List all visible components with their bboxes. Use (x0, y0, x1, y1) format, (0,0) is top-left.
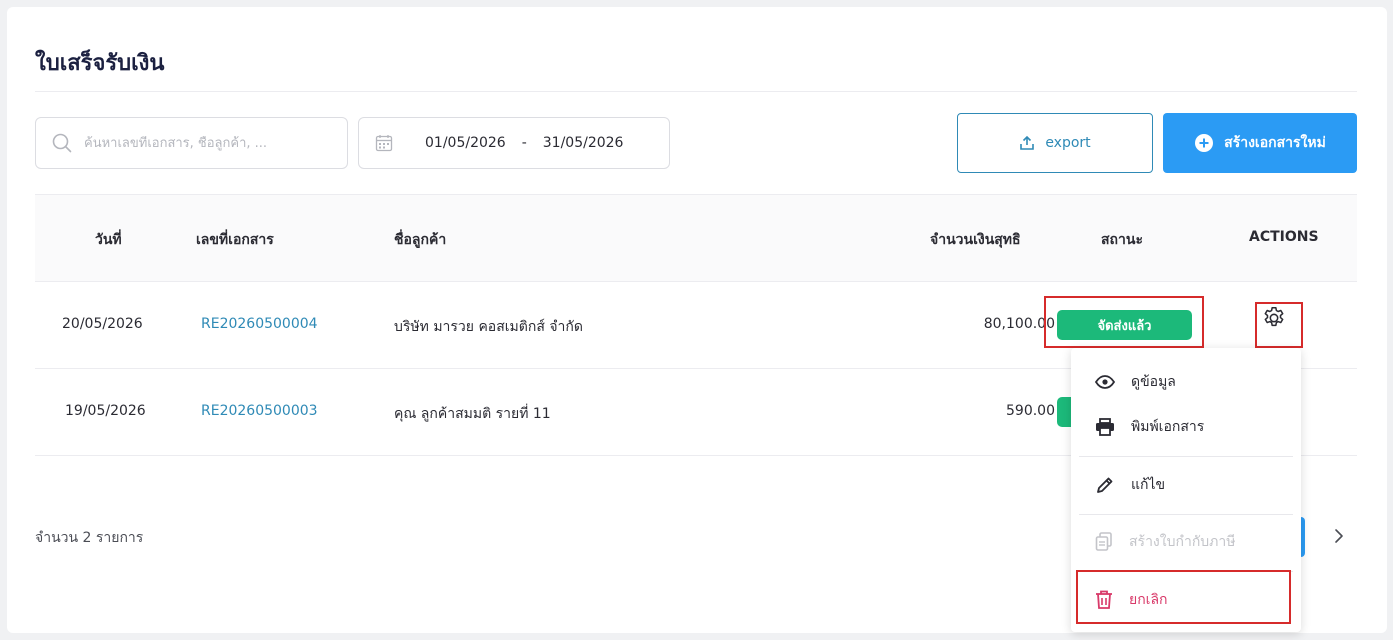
cancel-highlight (1076, 570, 1291, 624)
date-separator: - (521, 135, 527, 151)
printer-icon (1095, 418, 1115, 436)
menu-divider (1079, 514, 1293, 515)
export-label: export (1045, 135, 1091, 151)
menu-item-edit[interactable]: แก้ไข (1071, 462, 1301, 508)
menu-item-print-label: พิมพ์เอกสาร (1131, 419, 1205, 435)
status-highlight (1044, 296, 1204, 348)
menu-item-tax-invoice-label: สร้างใบกำกับภาษี (1129, 534, 1236, 550)
date-start[interactable]: 01/05/2026 (425, 135, 506, 151)
menu-item-edit-label: แก้ไข (1131, 477, 1166, 493)
search-input[interactable] (84, 135, 324, 151)
copy-icon (1095, 532, 1113, 552)
header-amount: จำนวนเงินสุทธิ (930, 232, 1021, 248)
header-doc-no: เลขที่เอกสาร (196, 232, 274, 248)
menu-divider (1079, 456, 1293, 457)
menu-item-print[interactable]: พิมพ์เอกสาร (1071, 404, 1301, 450)
upload-icon (1019, 135, 1035, 151)
create-document-button[interactable]: สร้างเอกสารใหม่ (1163, 113, 1357, 173)
row-amount: 590.00 (1006, 403, 1055, 419)
menu-item-view-label: ดูข้อมูล (1131, 374, 1176, 390)
date-range-picker[interactable]: 01/05/2026 - 31/05/2026 (358, 117, 670, 169)
menu-item-view[interactable]: ดูข้อมูล (1071, 359, 1301, 405)
row-amount: 80,100.00 (983, 316, 1055, 332)
row-date: 19/05/2026 (65, 403, 146, 419)
gear-icon[interactable] (1260, 304, 1288, 332)
title-divider (35, 91, 1357, 92)
row-customer: บริษัท มารวย คอสเมติกส์ จำกัด (394, 319, 583, 335)
calendar-icon (375, 134, 393, 152)
record-count: จำนวน 2 รายการ (35, 530, 144, 546)
header-actions: ACTIONS (1249, 229, 1319, 245)
header-date: วันที่ (95, 232, 122, 248)
row-date: 20/05/2026 (62, 316, 143, 332)
chevron-right-icon[interactable] (1329, 525, 1349, 547)
date-end[interactable]: 31/05/2026 (543, 135, 624, 151)
row-customer: คุณ ลูกค้าสมมติ รายที่ 11 (394, 406, 551, 422)
page-title: ใบเสร็จรับเงิน (35, 51, 165, 76)
export-button[interactable]: export (957, 113, 1153, 173)
eye-icon (1095, 375, 1115, 389)
search-icon (52, 133, 72, 153)
search-box[interactable] (35, 117, 348, 169)
pencil-icon (1095, 475, 1115, 495)
create-document-label: สร้างเอกสารใหม่ (1224, 135, 1326, 151)
header-customer: ชื่อลูกค้า (394, 232, 447, 248)
header-status: สถานะ (1101, 232, 1143, 248)
row-doc-link[interactable]: RE20260500004 (201, 316, 318, 332)
plus-circle-icon (1194, 133, 1214, 153)
row-doc-link[interactable]: RE20260500003 (201, 403, 318, 419)
table-header: วันที่ เลขที่เอกสาร ชื่อลูกค้า จำนวนเงิน… (35, 194, 1357, 282)
menu-item-tax-invoice[interactable]: สร้างใบกำกับภาษี (1071, 519, 1301, 565)
